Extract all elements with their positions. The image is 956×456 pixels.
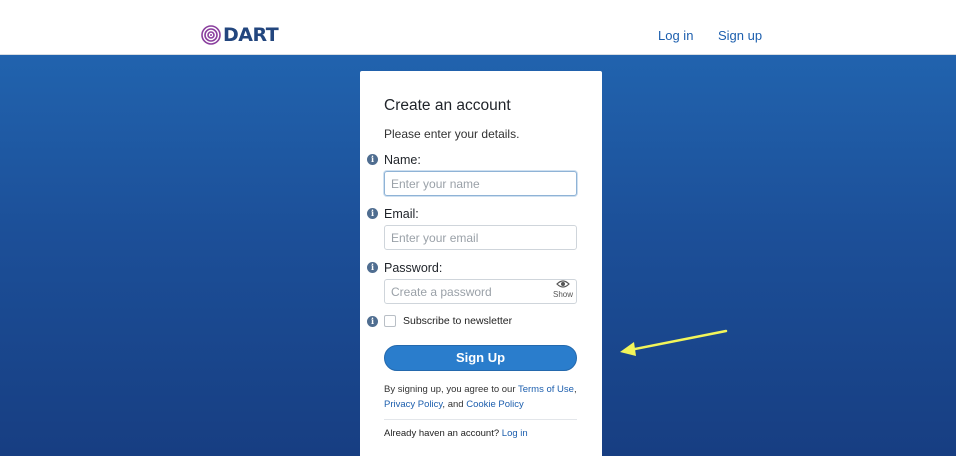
password-input[interactable] bbox=[384, 279, 577, 304]
show-password-label: Show bbox=[552, 290, 573, 299]
dart-logo[interactable]: DART bbox=[201, 24, 279, 46]
newsletter-info-icon[interactable]: i bbox=[367, 316, 378, 327]
signup-card: Create an account Please enter your deta… bbox=[360, 71, 602, 456]
legal-and: , and bbox=[442, 399, 467, 410]
top-navbar: DART Log in Sign up bbox=[0, 0, 956, 55]
cookie-policy-link[interactable]: Cookie Policy bbox=[466, 399, 524, 410]
email-input[interactable] bbox=[384, 225, 577, 250]
nav-login-link[interactable]: Log in bbox=[658, 28, 693, 43]
legal-comma: , bbox=[573, 384, 577, 395]
sign-up-button[interactable]: Sign Up bbox=[384, 345, 577, 371]
name-label: Name: bbox=[384, 153, 421, 167]
already-have-account: Already haven an account? Log in bbox=[384, 428, 528, 439]
email-label: Email: bbox=[384, 207, 419, 221]
show-password-toggle[interactable]: Show bbox=[552, 279, 574, 299]
password-label: Password: bbox=[384, 261, 443, 275]
form-subtitle: Please enter your details. bbox=[384, 127, 520, 141]
already-text: Already haven an account? bbox=[384, 428, 502, 439]
logo-text: DART bbox=[223, 24, 279, 46]
newsletter-checkbox[interactable] bbox=[384, 315, 396, 327]
newsletter-label[interactable]: Subscribe to newsletter bbox=[403, 315, 512, 327]
name-input[interactable] bbox=[384, 171, 577, 196]
nav-signup-link[interactable]: Sign up bbox=[718, 28, 762, 43]
privacy-policy-link[interactable]: Privacy Policy bbox=[384, 399, 442, 410]
terms-of-use-link[interactable]: Terms of Use bbox=[518, 384, 574, 395]
legal-text: By signing up, you agree to our Terms of… bbox=[384, 382, 584, 412]
eye-icon bbox=[556, 280, 570, 288]
card-login-link[interactable]: Log in bbox=[502, 428, 528, 439]
divider bbox=[384, 419, 577, 420]
dart-target-icon bbox=[201, 25, 221, 45]
legal-prefix: By signing up, you agree to our bbox=[384, 384, 518, 395]
form-title: Create an account bbox=[384, 97, 511, 114]
arrow-annotation-icon bbox=[620, 329, 728, 356]
name-info-icon[interactable]: i bbox=[367, 154, 378, 165]
email-info-icon[interactable]: i bbox=[367, 208, 378, 219]
password-info-icon[interactable]: i bbox=[367, 262, 378, 273]
